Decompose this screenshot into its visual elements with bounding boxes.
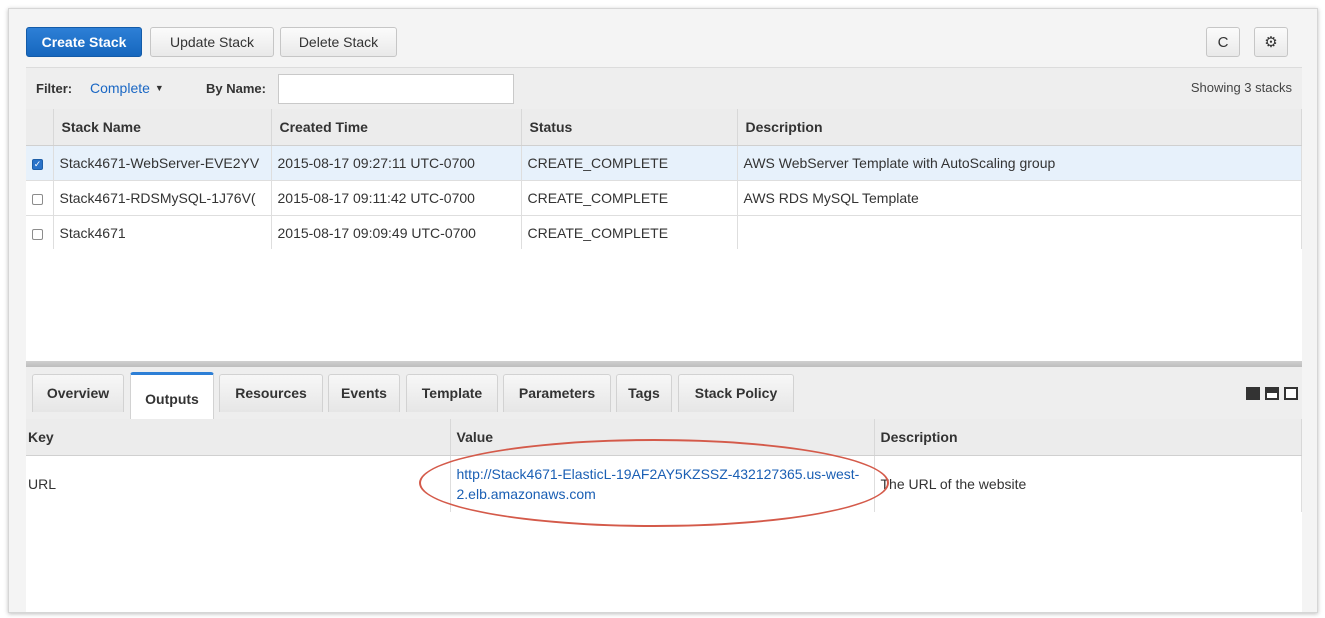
table-row[interactable]: ✓ Stack4671-WebServer-EVE2YV 2015-08-17 … [26, 145, 1302, 181]
panel-split-icon[interactable] [1265, 387, 1279, 400]
output-description: The URL of the website [874, 455, 1302, 513]
row-checkbox[interactable] [32, 193, 43, 205]
table-row[interactable]: Stack4671-RDSMySQL-1J76V( 2015-08-17 09:… [26, 180, 1302, 216]
column-header-stack-name[interactable]: Stack Name [53, 109, 272, 146]
caret-down-icon: ▼ [154, 83, 164, 93]
column-header-key: Key [26, 419, 451, 456]
tab-resources[interactable]: Resources [219, 374, 323, 412]
output-value-cell: http://Stack4671-ElasticL-19AF2AY5KZSSZ-… [450, 455, 875, 513]
select-column-header [26, 109, 54, 146]
panel-maximize-icon[interactable] [1246, 387, 1260, 400]
stack-status: CREATE_COMPLETE [521, 215, 738, 251]
filter-dropdown-value: Complete [90, 80, 150, 96]
output-url-link[interactable]: http://Stack4671-ElasticL-19AF2AY5KZSSZ-… [457, 466, 860, 502]
create-stack-button[interactable]: Create Stack [26, 27, 142, 57]
column-header-value: Value [450, 419, 875, 456]
by-name-input[interactable] [278, 74, 514, 104]
stack-name: Stack4671-RDSMySQL-1J76V( [53, 180, 272, 216]
stacks-table: Stack Name Created Time Status Descripti… [26, 109, 1302, 251]
toolbar: Create Stack Update Stack Delete Stack C… [9, 9, 1317, 67]
tab-events[interactable]: Events [328, 374, 400, 412]
stack-count: Showing 3 stacks [1190, 80, 1292, 95]
row-checkbox[interactable] [32, 228, 43, 240]
tab-template[interactable]: Template [406, 374, 498, 412]
column-header-status[interactable]: Status [521, 109, 738, 146]
tab-outputs[interactable]: Outputs [130, 372, 214, 419]
table-row[interactable]: Stack4671 2015-08-17 09:09:49 UTC-0700 C… [26, 215, 1302, 251]
delete-stack-button[interactable]: Delete Stack [280, 27, 397, 57]
created-time: 2015-08-17 09:09:49 UTC-0700 [271, 215, 522, 251]
detail-tabs: Overview Outputs Resources Events Templa… [26, 367, 1302, 419]
stacks-table-empty-area [26, 249, 1302, 361]
filter-label: Filter: [36, 81, 73, 96]
stack-status: CREATE_COMPLETE [521, 145, 738, 181]
created-time: 2015-08-17 09:27:11 UTC-0700 [271, 145, 522, 181]
tab-overview[interactable]: Overview [32, 374, 124, 412]
stack-name: Stack4671 [53, 215, 272, 251]
created-time: 2015-08-17 09:11:42 UTC-0700 [271, 180, 522, 216]
table-row: URL http://Stack4671-ElasticL-19AF2AY5KZ… [26, 455, 1302, 513]
tab-stack-policy[interactable]: Stack Policy [678, 374, 794, 412]
refresh-icon: C [1217, 33, 1229, 51]
settings-button[interactable]: ⚙ [1254, 27, 1288, 57]
stack-description: AWS RDS MySQL Template [737, 180, 1302, 216]
column-header-output-description: Description [874, 419, 1302, 456]
outputs-table: Key Value Description URL http://Stack46… [26, 419, 1302, 513]
panel-minimize-icon[interactable] [1284, 387, 1298, 400]
stack-name: Stack4671-WebServer-EVE2YV [53, 145, 272, 181]
stack-description [737, 215, 1302, 251]
panel-size-controls [1246, 387, 1298, 400]
column-header-created-time[interactable]: Created Time [271, 109, 522, 146]
refresh-button[interactable]: C [1206, 27, 1240, 57]
cloudformation-panel: Create Stack Update Stack Delete Stack C… [8, 8, 1318, 613]
tab-parameters[interactable]: Parameters [503, 374, 611, 412]
stack-description: AWS WebServer Template with AutoScaling … [737, 145, 1302, 181]
output-key: URL [26, 455, 451, 513]
update-stack-button[interactable]: Update Stack [150, 27, 274, 57]
stack-status: CREATE_COMPLETE [521, 180, 738, 216]
tab-tags[interactable]: Tags [616, 374, 672, 412]
gear-icon: ⚙ [1264, 34, 1278, 51]
filter-bar: Filter: Complete ▼ By Name: Showing 3 sta… [26, 67, 1302, 110]
filter-dropdown[interactable]: Complete ▼ [90, 80, 164, 96]
row-checkbox[interactable]: ✓ [32, 158, 43, 170]
column-header-description[interactable]: Description [737, 109, 1302, 146]
outputs-table-empty-area [26, 512, 1302, 612]
by-name-label: By Name: [206, 81, 266, 96]
